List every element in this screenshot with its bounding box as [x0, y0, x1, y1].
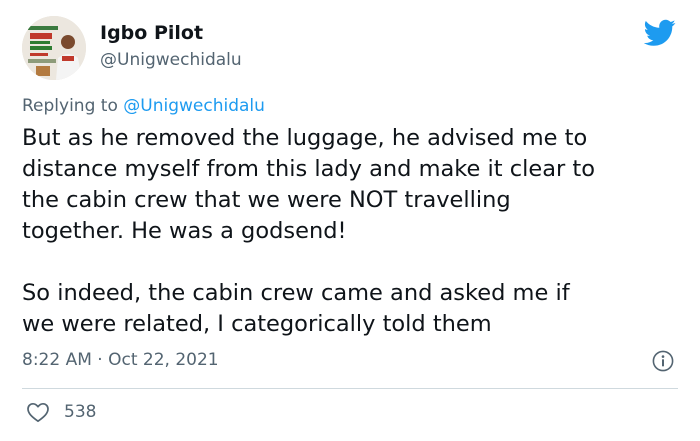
tweet-date: Oct 22, 2021 [108, 350, 219, 370]
reply-mention-link[interactable]: @Unigwechidalu [123, 96, 265, 116]
tweet-time: 8:22 AM [22, 350, 92, 370]
author-display-name[interactable]: Igbo Pilot [100, 22, 203, 44]
avatar[interactable] [22, 16, 86, 80]
twitter-bird-icon[interactable] [644, 19, 676, 47]
divider [22, 388, 678, 389]
replying-to-line: Replying to @Unigwechidalu [22, 96, 265, 116]
replying-to-label: Replying to [22, 96, 118, 116]
avatar-image [22, 16, 86, 80]
heart-icon[interactable] [26, 401, 50, 423]
tweet-paragraph: So indeed, the cabin crew came and asked… [22, 280, 570, 337]
tweet-paragraph: But as he removed the luggage, he advise… [22, 125, 596, 244]
info-icon[interactable] [652, 350, 674, 372]
timestamp-separator: · [97, 350, 103, 370]
tweet-text: But as he removed the luggage, he advise… [22, 123, 682, 340]
tweet-card: Igbo Pilot @Unigwechidalu Replying to @U… [0, 0, 700, 441]
like-count: 538 [64, 402, 97, 422]
author-handle[interactable]: @Unigwechidalu [100, 50, 242, 70]
tweet-timestamp[interactable]: 8:22 AM · Oct 22, 2021 [22, 350, 219, 370]
